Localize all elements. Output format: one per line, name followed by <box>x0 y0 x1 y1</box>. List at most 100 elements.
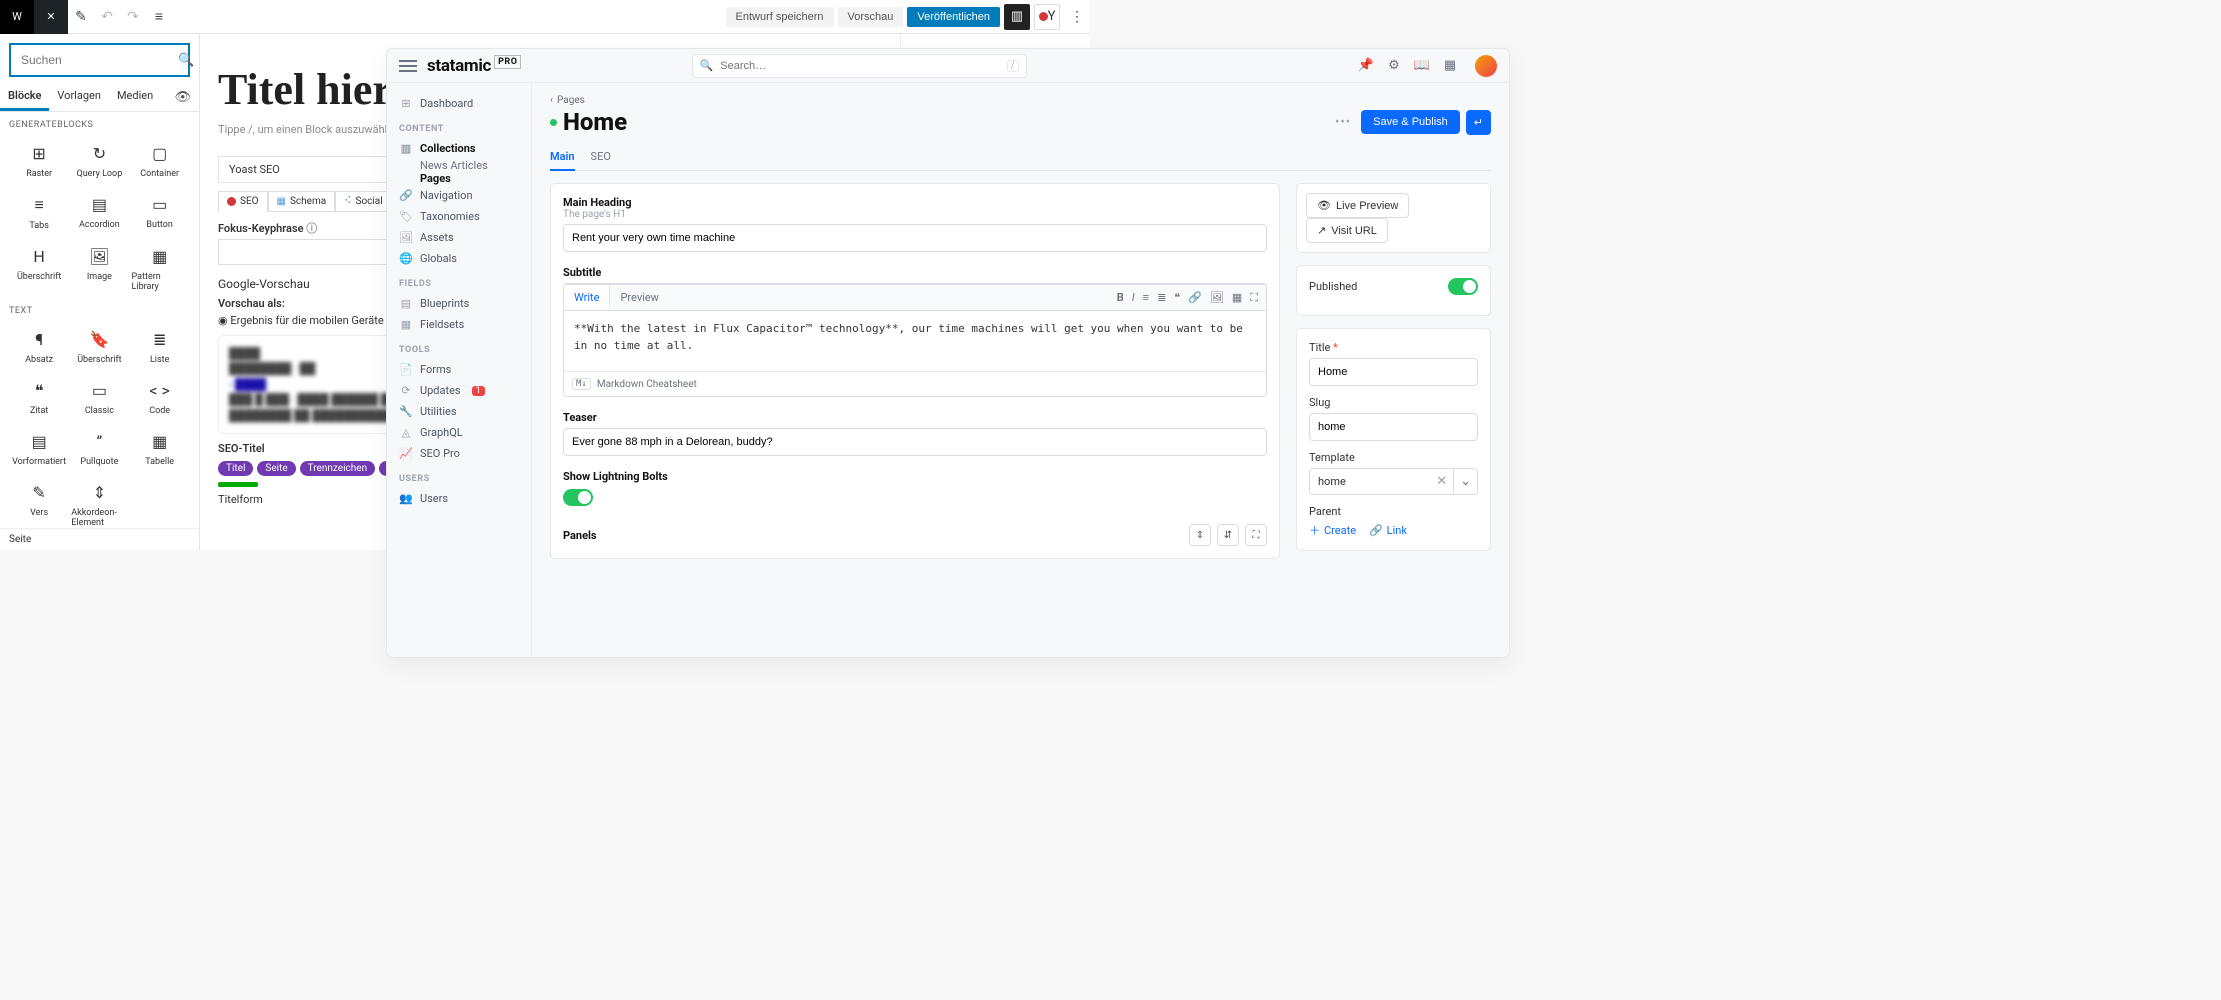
chevron-down-icon[interactable]: ⌄ <box>1453 469 1477 494</box>
seo-tab-social[interactable]: ⠪Social <box>335 191 392 212</box>
block-code[interactable]: < >Code <box>130 373 190 424</box>
tab-media[interactable]: Medien <box>109 83 161 111</box>
block-absatz[interactable]: ¶Absatz <box>9 322 69 373</box>
link-link[interactable]: 🔗Link <box>1369 524 1407 537</box>
sidebar-assets[interactable]: 🖼Assets <box>395 227 523 248</box>
gear-icon[interactable]: ⚙ <box>1385 58 1403 73</box>
block-liste[interactable]: ≣Liste <box>130 322 190 373</box>
global-search[interactable]: 🔍 / <box>692 54 1027 78</box>
block-überschrift[interactable]: 🔖Überschrift <box>69 322 129 373</box>
fullscreen-icon[interactable]: ⛶ <box>1250 291 1258 305</box>
wp-logo-button[interactable]: W <box>0 0 34 34</box>
redo-icon[interactable]: ↷ <box>120 9 146 25</box>
eye-icon[interactable]: 👁 <box>174 83 199 111</box>
grid-icon[interactable]: ▦ <box>1441 58 1459 73</box>
sidebar-blueprints[interactable]: ▤Blueprints <box>395 293 523 314</box>
tab-templates[interactable]: Vorlagen <box>49 83 109 111</box>
visit-url-button[interactable]: ↗Visit URL <box>1306 218 1388 243</box>
md-tab-write[interactable]: Write <box>564 285 610 310</box>
template-select[interactable]: home ✕ ⌄ <box>1309 468 1478 495</box>
bolts-toggle[interactable] <box>563 489 593 506</box>
block-classic[interactable]: ▭Classic <box>69 373 129 424</box>
seo-pill[interactable]: Seite <box>257 461 295 476</box>
main-heading-input[interactable] <box>563 224 1267 252</box>
breadcrumb[interactable]: ‹Pages <box>550 95 1491 106</box>
seo-tab-seo[interactable]: SEO <box>218 191 268 212</box>
block-button[interactable]: ▭Button <box>130 187 190 239</box>
sidebar-users[interactable]: 👥Users <box>395 488 523 509</box>
sidebar-globals[interactable]: 🌐Globals <box>395 248 523 269</box>
sidebar-utilities[interactable]: 🔧Utilities <box>395 401 523 422</box>
seo-pill[interactable]: Trennzeichen <box>300 461 375 476</box>
save-draft-button[interactable]: Entwurf speichern <box>726 7 834 27</box>
ul-icon[interactable]: ≡ <box>1143 291 1149 305</box>
sidebar-navigation[interactable]: 🔗Navigation <box>395 185 523 206</box>
quote-icon[interactable]: ❝ <box>1174 291 1180 305</box>
block-container[interactable]: ▢Container <box>130 136 190 187</box>
block-raster[interactable]: ⊞Raster <box>9 136 69 187</box>
list-view-icon[interactable]: ≡ <box>146 8 172 25</box>
fullscreen-panels-icon[interactable]: ⛶ <box>1245 524 1267 546</box>
tab-blocks[interactable]: Blöcke <box>0 83 49 111</box>
block-accordion[interactable]: ▤Accordion <box>69 187 129 239</box>
block-überschrift[interactable]: HÜberschrift <box>9 239 69 300</box>
block-query-loop[interactable]: ↻Query Loop <box>69 136 129 187</box>
block-vers[interactable]: ✎Vers <box>9 475 69 536</box>
tab-main[interactable]: Main <box>550 144 575 171</box>
save-dropdown-button[interactable]: ↵ <box>1466 110 1491 135</box>
book-icon[interactable]: 📖 <box>1413 58 1431 73</box>
sidebar-sub-news[interactable]: News Articles <box>395 159 523 172</box>
more-icon[interactable]: ⋮ <box>1064 9 1090 25</box>
sidebar-toggle-icon[interactable]: ▥ <box>1004 4 1030 30</box>
preview-button[interactable]: Vorschau <box>838 7 904 27</box>
image-icon[interactable]: 🖼 <box>1210 291 1224 305</box>
sidebar-dashboard[interactable]: ⊞Dashboard <box>395 93 523 114</box>
pin-icon[interactable]: 📌 <box>1357 58 1375 73</box>
global-search-input[interactable] <box>718 59 1007 73</box>
save-publish-button[interactable]: Save & Publish <box>1361 110 1460 134</box>
block-pattern-library[interactable]: ▦Pattern Library <box>130 239 190 300</box>
more-actions-icon[interactable]: ••• <box>1331 115 1355 130</box>
block-tabelle[interactable]: ▦Tabelle <box>130 424 190 475</box>
link-icon[interactable]: 🔗 <box>1188 291 1202 305</box>
sidebar-collections[interactable]: ▥Collections <box>395 138 523 159</box>
block-image[interactable]: 🖼Image <box>69 239 129 300</box>
sidebar-taxonomies[interactable]: 🏷Taxonomies <box>395 206 523 227</box>
published-toggle[interactable] <box>1448 278 1478 295</box>
undo-icon[interactable]: ↶ <box>94 9 120 25</box>
pencil-icon[interactable]: ✎ <box>68 9 94 25</box>
block-akkordeon-element[interactable]: ⇕Akkordeon-Element <box>69 475 129 536</box>
yoast-icon[interactable]: Y <box>1034 4 1060 30</box>
title-input[interactable] <box>1309 358 1478 386</box>
sidebar-graphql[interactable]: ◬GraphQL <box>395 422 523 443</box>
sidebar-forms[interactable]: 📄Forms <box>395 359 523 380</box>
slug-input[interactable] <box>1309 413 1478 441</box>
avatar[interactable] <box>1475 55 1497 77</box>
table-icon[interactable]: ▦ <box>1232 291 1242 305</box>
block-search-input[interactable] <box>19 52 178 68</box>
block-zitat[interactable]: ❝Zitat <box>9 373 69 424</box>
md-footer[interactable]: M↓Markdown Cheatsheet <box>564 371 1266 396</box>
create-link[interactable]: ＋Create <box>1309 522 1356 538</box>
close-button[interactable]: ✕ <box>34 0 68 34</box>
expand-icon[interactable]: ⇵ <box>1217 524 1239 546</box>
md-textarea[interactable]: **With the latest in Flux Capacitor™ tec… <box>564 311 1266 371</box>
ol-icon[interactable]: ≣ <box>1157 291 1166 305</box>
sidebar-seopro[interactable]: 📈SEO Pro <box>395 443 523 464</box>
bold-icon[interactable]: B <box>1117 291 1124 305</box>
publish-button[interactable]: Veröffentlichen <box>907 7 1000 27</box>
teaser-input[interactable] <box>563 428 1267 456</box>
radio-mobile[interactable]: ◉ Ergebnis für die mobilen Geräte <box>218 314 384 327</box>
md-tab-preview[interactable]: Preview <box>610 285 668 310</box>
block-tabs[interactable]: ≡Tabs <box>9 187 69 239</box>
block-search[interactable]: 🔍 <box>9 43 190 77</box>
hamburger-icon[interactable] <box>399 60 417 72</box>
italic-icon[interactable]: I <box>1132 291 1135 305</box>
clear-icon[interactable]: ✕ <box>1430 469 1453 494</box>
block-pullquote[interactable]: ”Pullquote <box>69 424 129 475</box>
tab-seo[interactable]: SEO <box>591 144 611 170</box>
live-preview-button[interactable]: 👁Live Preview <box>1306 193 1409 218</box>
seo-tab-schema[interactable]: ▦Schema <box>268 191 336 212</box>
seo-pill[interactable]: Titel <box>218 461 253 476</box>
sidebar-sub-pages[interactable]: Pages <box>395 172 523 185</box>
